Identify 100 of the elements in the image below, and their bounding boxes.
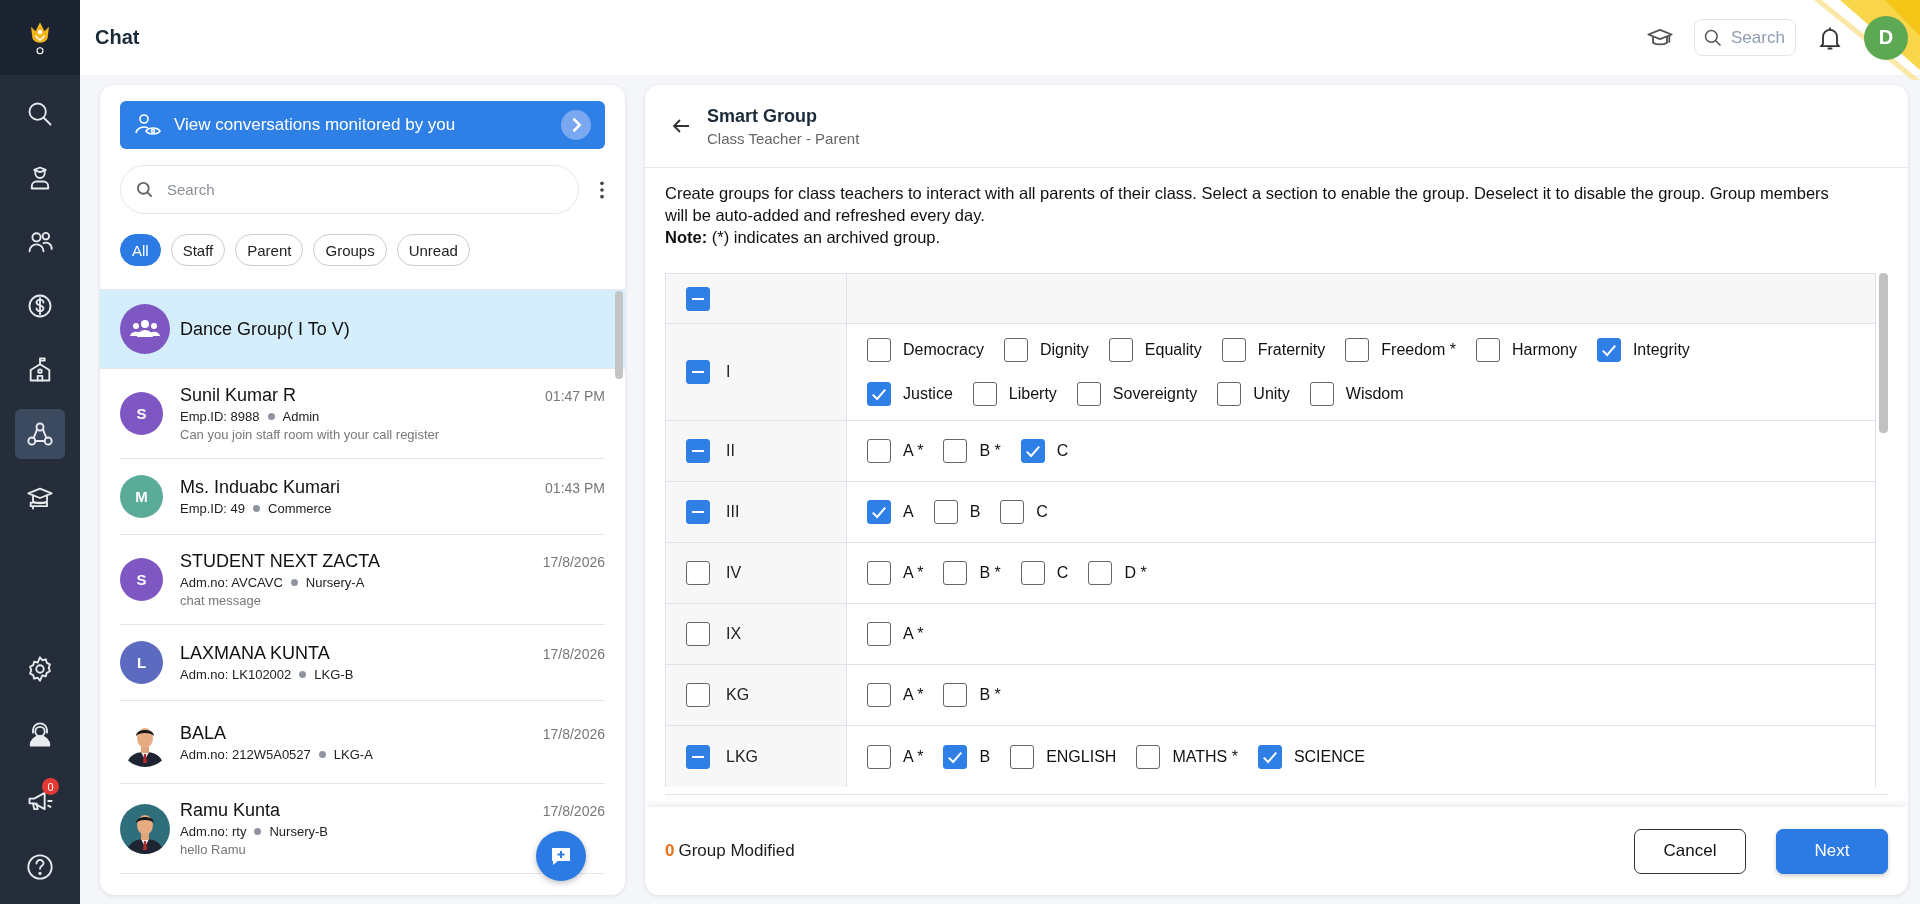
checkbox[interactable] <box>1345 338 1370 362</box>
chat-item[interactable]: M Ms. Induabc Kumari 01:43 PM Emp.ID: 49 Commerce <box>120 459 605 535</box>
checkbox[interactable] <box>1596 338 1621 362</box>
help-icon <box>26 853 54 881</box>
contact-name: BALA <box>180 722 227 744</box>
chat-item[interactable]: S STUDENT NEXT ZACTA 17/8/2026 Adm.no: AVCAVC Nursery-A chat message <box>120 535 605 625</box>
section-label: D * <box>1124 564 1147 582</box>
message-time: 01:43 PM <box>545 480 605 496</box>
checkbox[interactable] <box>1309 382 1334 406</box>
checkbox[interactable] <box>1476 338 1500 362</box>
scrollbar[interactable] <box>1879 273 1888 433</box>
section-label: B <box>969 503 981 521</box>
checkbox[interactable] <box>686 622 710 646</box>
chat-item[interactable]: BALA 17/8/2026 Adm.no: 212W5A0527 LKG-A <box>120 701 605 784</box>
checkbox[interactable] <box>1003 338 1028 362</box>
filter-chip[interactable]: Unread <box>396 234 470 266</box>
panel-title: Smart Group <box>707 105 818 127</box>
cancel-button[interactable]: Cancel <box>1634 828 1746 874</box>
checkbox[interactable] <box>867 683 891 707</box>
checkbox[interactable] <box>686 360 710 384</box>
class-name: LKG <box>726 747 758 766</box>
checkbox[interactable] <box>686 561 710 585</box>
checkbox[interactable] <box>943 744 968 769</box>
chat-item[interactable]: Dance Group( I To V) <box>100 290 625 369</box>
search-input[interactable]: Search <box>1729 26 1793 49</box>
section-label: C <box>1056 442 1069 460</box>
checkbox[interactable] <box>686 744 710 769</box>
section-label: A <box>903 503 914 521</box>
more-icon[interactable] <box>599 179 605 200</box>
checkbox[interactable] <box>1136 744 1161 769</box>
scrollbar[interactable] <box>615 291 623 379</box>
filter-chip[interactable]: Staff <box>170 234 226 266</box>
nav-button[interactable]: 0 <box>15 776 65 826</box>
checkbox[interactable] <box>1088 561 1113 585</box>
contact-tag: Commerce <box>268 501 332 516</box>
contact-name: STUDENT NEXT ZACTA <box>180 551 381 572</box>
contact-id: Adm.no: AVCAVC <box>180 575 283 590</box>
section-label: B * <box>979 564 1001 582</box>
section-label: Harmony <box>1512 341 1577 359</box>
message-time: 17/8/2026 <box>542 725 605 742</box>
message-time: 17/8/2026 <box>542 803 605 819</box>
monitor-button[interactable]: View conversations monitored by you <box>120 101 605 149</box>
checkbox[interactable] <box>867 500 891 524</box>
new-chat-button[interactable] <box>536 831 586 881</box>
notification-badge: 0 <box>42 778 59 795</box>
section-label: Equality <box>1144 341 1202 359</box>
checkbox[interactable] <box>867 622 891 646</box>
next-button[interactable]: Next <box>1776 828 1888 874</box>
separator-dot <box>290 579 298 586</box>
nav-button[interactable] <box>15 409 65 459</box>
checkbox[interactable] <box>1217 382 1242 406</box>
checkbox[interactable] <box>1076 382 1101 406</box>
checkbox[interactable] <box>943 683 968 707</box>
checkbox[interactable] <box>972 382 997 406</box>
class-name: I <box>726 363 731 381</box>
checkbox[interactable] <box>1010 744 1035 769</box>
section-label: A * <box>903 625 924 643</box>
checkbox[interactable] <box>1020 439 1045 463</box>
chat-item[interactable]: S Sunil Kumar R 01:47 PM Emp.ID: 8988 Admin Can you join staff room with your call register <box>120 369 605 459</box>
class-name: IV <box>726 564 742 582</box>
section-label: ENGLISH <box>1046 747 1117 766</box>
filter-chip[interactable]: Parent <box>235 234 304 266</box>
checkbox[interactable] <box>867 744 891 769</box>
search-field[interactable]: Search <box>1694 19 1796 56</box>
contact-name: LAXMANA KUNTA <box>180 643 330 664</box>
section-label: Integrity <box>1632 341 1690 359</box>
contact-id: Adm.no: 212W5A0527 <box>180 746 311 762</box>
contact-name: Dance Group( I To V) <box>180 318 350 340</box>
section-label: MATHS * <box>1172 747 1238 766</box>
modified-count: 0 <box>665 841 675 861</box>
checkbox[interactable] <box>686 683 710 707</box>
checkbox[interactable] <box>867 382 891 406</box>
section-label: Fraternity <box>1257 341 1326 359</box>
search-input[interactable]: Search <box>165 180 564 199</box>
checkbox[interactable] <box>686 439 710 463</box>
search-icon <box>26 100 54 128</box>
checkbox[interactable] <box>1108 338 1133 362</box>
checkbox[interactable] <box>867 439 891 463</box>
filter-chip[interactable]: All <box>120 234 161 266</box>
checkbox[interactable] <box>686 286 710 311</box>
checkbox[interactable] <box>943 561 968 585</box>
checkbox[interactable] <box>1257 744 1282 769</box>
checkbox[interactable] <box>1000 500 1025 524</box>
checkbox[interactable] <box>686 500 710 524</box>
section-label: Liberty <box>1008 385 1057 403</box>
checkbox[interactable] <box>1020 561 1045 585</box>
checkbox[interactable] <box>1221 338 1246 362</box>
contact-tag: LKG-A <box>333 746 373 762</box>
checkbox[interactable] <box>867 561 891 585</box>
chat-item[interactable]: L LAXMANA KUNTA 17/8/2026 Adm.no: LK102002 LKG-B <box>120 625 605 701</box>
checkbox[interactable] <box>943 439 968 463</box>
filter-chip[interactable]: Groups <box>313 234 387 266</box>
checkbox[interactable] <box>867 338 891 362</box>
class-name: IX <box>726 625 742 643</box>
separator-dot <box>254 828 262 835</box>
checkbox[interactable] <box>933 500 958 524</box>
message-time: 17/8/2026 <box>542 646 605 662</box>
separator-dot <box>253 505 261 512</box>
avatar: L <box>120 641 163 684</box>
message-preview: hello Ramu <box>180 842 246 857</box>
